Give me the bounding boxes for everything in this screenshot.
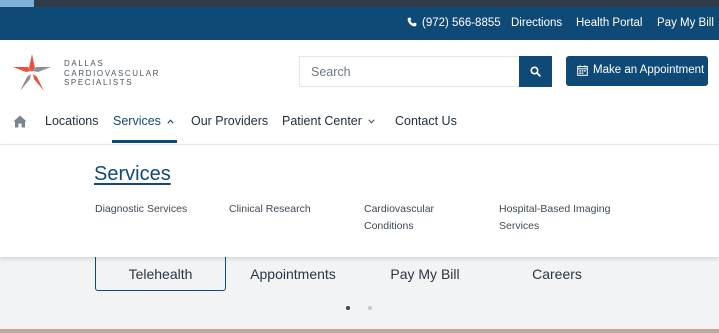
nav-item-patient-center[interactable]: Patient Center xyxy=(282,114,375,128)
quick-link-appointments[interactable]: Appointments xyxy=(232,257,354,291)
top-strip xyxy=(0,0,719,7)
services-dropdown-menu: Services Diagnostic Services Clinical Re… xyxy=(0,144,719,257)
nav-item-services[interactable]: Services xyxy=(113,114,174,128)
logo-line: SPECIALISTS xyxy=(64,78,134,87)
phone-number: (972) 566-8855 xyxy=(422,17,501,29)
site-header: DALLAS CARDIOVASCULAR SPECIALISTS Make a… xyxy=(0,40,719,104)
logo-star-icon[interactable] xyxy=(11,53,53,93)
search-icon xyxy=(530,66,541,77)
dropdown-link-line: Hospital-Based Imaging xyxy=(499,203,611,215)
phone-link[interactable]: (972) 566-8855 xyxy=(407,17,501,29)
carousel-dots xyxy=(0,303,719,313)
directions-link[interactable]: Directions xyxy=(511,17,562,29)
carousel-dot[interactable] xyxy=(346,306,350,310)
home-icon[interactable] xyxy=(13,115,27,128)
quick-link-pay-my-bill[interactable]: Pay My Bill xyxy=(366,257,484,291)
pay-my-bill-link[interactable]: Pay My Bill xyxy=(657,17,714,29)
quick-link-telehealth[interactable]: Telehealth xyxy=(95,257,226,291)
nav-item-our-providers[interactable]: Our Providers xyxy=(191,114,268,128)
search-input[interactable] xyxy=(299,56,521,87)
quick-links-bar: Telehealth Appointments Pay My Bill Care… xyxy=(0,257,719,297)
nav-item-services-label: Services xyxy=(113,114,161,128)
main-nav: Locations Services Our Providers Patient… xyxy=(0,104,719,144)
make-appointment-button[interactable]: Make an Appointment xyxy=(566,56,708,86)
dropdown-link-line: Clinical Research xyxy=(229,203,311,215)
carousel-dot[interactable] xyxy=(368,306,372,310)
chevron-down-icon xyxy=(368,119,375,124)
nav-item-contact-us[interactable]: Contact Us xyxy=(395,114,457,128)
logo-line: DALLAS xyxy=(64,59,105,68)
health-portal-link[interactable]: Health Portal xyxy=(576,17,642,29)
dropdown-link-clinical-research[interactable]: Clinical Research xyxy=(229,201,311,218)
dropdown-link-line: Conditions xyxy=(364,220,414,232)
top-strip-accent xyxy=(0,0,34,7)
phone-icon xyxy=(407,17,417,27)
dropdown-link-line: Cardiovascular xyxy=(364,203,435,215)
dropdown-link-hospital-based-imaging[interactable]: Hospital-Based Imaging Services xyxy=(499,201,610,235)
dropdown-link-line: Services xyxy=(499,220,540,232)
chevron-up-icon xyxy=(167,119,174,124)
dropdown-title-services[interactable]: Services xyxy=(94,163,171,186)
utility-bar: (972) 566-8855 Directions Health Portal … xyxy=(0,7,719,40)
nav-item-patient-center-label: Patient Center xyxy=(282,114,362,128)
nav-item-locations[interactable]: Locations xyxy=(45,114,99,128)
search-bar xyxy=(299,56,552,87)
make-appointment-label: Make an Appointment xyxy=(593,64,705,76)
nav-active-indicator xyxy=(112,140,177,143)
dropdown-link-diagnostic-services[interactable]: Diagnostic Services xyxy=(95,201,187,218)
calendar-icon xyxy=(577,65,588,76)
bottom-image-edge xyxy=(0,329,719,333)
search-button[interactable] xyxy=(519,56,552,87)
dropdown-link-cardiovascular-conditions[interactable]: Cardiovascular Conditions xyxy=(364,201,434,235)
logo-text[interactable]: DALLAS CARDIOVASCULAR SPECIALISTS xyxy=(64,59,160,88)
quick-link-careers[interactable]: Careers xyxy=(498,257,616,291)
dropdown-link-line: Diagnostic Services xyxy=(95,203,188,215)
logo-line: CARDIOVASCULAR xyxy=(64,68,161,78)
